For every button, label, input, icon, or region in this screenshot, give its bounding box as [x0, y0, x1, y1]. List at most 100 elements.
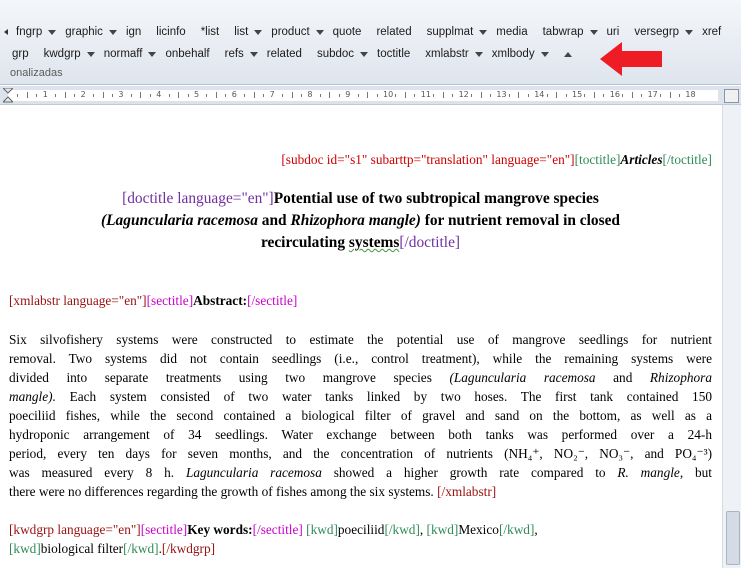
dropdown-arrow-icon[interactable]: [148, 51, 157, 57]
keyword: biological filter: [40, 541, 124, 556]
title-and: and: [257, 212, 291, 229]
ruler-number: 17: [647, 90, 658, 99]
dropdown-arrow-icon[interactable]: [540, 51, 549, 57]
abstract-line: hydroponic arrangement of 34 seedlings. …: [9, 427, 712, 442]
ruler-tick: [319, 94, 321, 97]
ribbon-r2-button-9[interactable]: xmlbody: [492, 48, 549, 60]
ruler-tick: [282, 94, 284, 97]
ruler-tick: [367, 92, 369, 98]
ribbon-r2-button-1[interactable]: kwdgrp: [44, 48, 95, 60]
ribbon-r2-button-8[interactable]: xmlabstr: [425, 48, 483, 60]
title-species-2: Rhizophora mangle): [290, 212, 421, 229]
ribbon-r1-button-5[interactable]: list: [234, 26, 263, 38]
ribbon-button-label: product: [271, 26, 310, 38]
toctitle-close-tag: [/toctitle]: [662, 152, 712, 167]
ribbon-button-label: kwdgrp: [43, 48, 81, 60]
ribbon-button-label: grp: [12, 48, 29, 60]
dropdown-arrow-icon[interactable]: [249, 51, 258, 57]
ribbon-r1-button-4[interactable]: *list: [201, 26, 226, 38]
indent-marker-icon[interactable]: [3, 88, 13, 103]
abstract-line: there were no differences regarding the …: [9, 484, 497, 499]
dropdown-arrow-icon[interactable]: [108, 29, 117, 35]
ruler-tick: [414, 94, 416, 97]
ribbon-r2-button-6[interactable]: subdoc: [316, 48, 369, 60]
ruler-number: 18: [685, 90, 696, 99]
ruler-toggle-button[interactable]: [724, 89, 739, 103]
dropdown-arrow-icon[interactable]: [474, 51, 483, 57]
scroll-left-icon[interactable]: [4, 29, 8, 35]
ribbon-r1-button-11[interactable]: tabwrap: [543, 26, 598, 38]
ribbon-group-label: onalizadas: [10, 67, 63, 79]
ribbon-r1-button-10[interactable]: media: [496, 26, 533, 38]
ribbon-r2-button-5[interactable]: related: [267, 48, 308, 60]
abstract-line: period, every ten days for seven months,…: [9, 446, 712, 461]
ribbon-button-label: media: [496, 26, 528, 38]
ruler-tick: [130, 94, 132, 97]
ruler-tick: [140, 92, 142, 98]
ribbon-button-label: subdoc: [316, 48, 355, 60]
ribbon-button-label: xmlabstr: [425, 48, 469, 60]
ribbon-r2-button-2[interactable]: normaff: [104, 48, 157, 60]
ribbon-r1-button-7[interactable]: quote: [333, 26, 368, 38]
ruler-number: 11: [420, 90, 431, 99]
ribbon-button-label: ign: [125, 26, 142, 38]
ruler-tick: [168, 94, 170, 97]
scrollbar-thumb[interactable]: [726, 511, 740, 565]
ruler-tick: [329, 92, 331, 98]
ruler-tick: [546, 94, 548, 97]
kwdgrp-close-tag: [/kwdgrp]: [161, 541, 216, 556]
dropdown-arrow-icon[interactable]: [86, 51, 95, 57]
ribbon-r1-button-1[interactable]: graphic: [65, 26, 117, 38]
ribbon-r1-button-8[interactable]: related: [376, 26, 417, 38]
ruler-tick: [300, 94, 302, 97]
ribbon-r1-button-9[interactable]: supplmat: [427, 26, 488, 38]
ribbon-button-label: graphic: [65, 26, 103, 38]
ribbon-r1-button-14[interactable]: xref: [702, 26, 727, 38]
title-line-3: recirculating: [260, 234, 346, 251]
ribbon-r1-button-2[interactable]: ign: [126, 26, 147, 38]
ribbon-button-label: *list: [200, 26, 220, 38]
vertical-scrollbar[interactable]: [722, 105, 741, 568]
abstract-line: was measured every 8 h. Laguncularia rac…: [9, 465, 712, 480]
ribbon-r2-button-7[interactable]: toctitle: [377, 48, 416, 60]
ruler-tick: [26, 92, 28, 98]
dropdown-arrow-icon[interactable]: [589, 29, 598, 35]
ruler-tick: [263, 94, 265, 97]
ruler-tick: [631, 92, 633, 98]
ruler-tick: [508, 94, 510, 97]
ruler-number: 2: [80, 90, 86, 99]
ruler-tick: [603, 94, 605, 97]
dropdown-arrow-icon[interactable]: [315, 29, 324, 35]
ribbon-row-1: fngrp graphic ign licinfo *list list product qu…: [4, 22, 736, 42]
ruler-tick: [565, 94, 567, 97]
dropdown-arrow-icon[interactable]: [360, 51, 369, 57]
dropdown-arrow-icon[interactable]: [254, 29, 263, 35]
sectitle-open-tag: [sectitle]: [146, 293, 194, 308]
ribbon-r1-button-3[interactable]: licinfo: [156, 26, 191, 38]
ribbon-button-label: licinfo: [156, 26, 186, 38]
collapse-up-icon[interactable]: [563, 51, 572, 57]
kwdgrp-open-tag: [kwdgrp language="en"]: [9, 522, 141, 537]
document-body[interactable]: [subdoc id="s1" subarttp="translation" l…: [0, 105, 722, 568]
ribbon-r1-button-13[interactable]: versegrp: [634, 26, 694, 38]
sectitle-close-tag: [/sectitle]: [247, 293, 298, 308]
doctitle: [doctitle language="en"]Potential use of…: [9, 188, 712, 254]
ribbon-r1-button-0[interactable]: fngrp: [16, 26, 57, 38]
title-line-2-rest: for nutrient removal in closed: [420, 212, 620, 229]
ribbon-button-label: related: [266, 48, 302, 60]
ruler-tick: [518, 92, 520, 98]
dropdown-arrow-icon[interactable]: [48, 29, 57, 35]
dropdown-arrow-icon[interactable]: [479, 29, 488, 35]
title-species-1: (Laguncularia racemosa: [101, 212, 258, 229]
ribbon-r2-button-4[interactable]: refs: [225, 48, 258, 60]
doctitle-open-tag: [doctitle language="en"]: [122, 190, 274, 207]
ribbon-r1-button-6[interactable]: product: [271, 26, 324, 38]
abstract-line: removal. Two systems did not contain see…: [9, 351, 712, 366]
ribbon-r2-button-0[interactable]: grp: [12, 48, 35, 60]
ribbon-r2-button-3[interactable]: onbehalf: [165, 48, 215, 60]
ruler-tick: [480, 92, 482, 98]
ruler-number: 16: [609, 90, 620, 99]
ribbon-r1-button-12[interactable]: uri: [607, 26, 626, 38]
ribbon-button-label: tabwrap: [542, 26, 584, 38]
dropdown-arrow-icon[interactable]: [685, 29, 694, 35]
